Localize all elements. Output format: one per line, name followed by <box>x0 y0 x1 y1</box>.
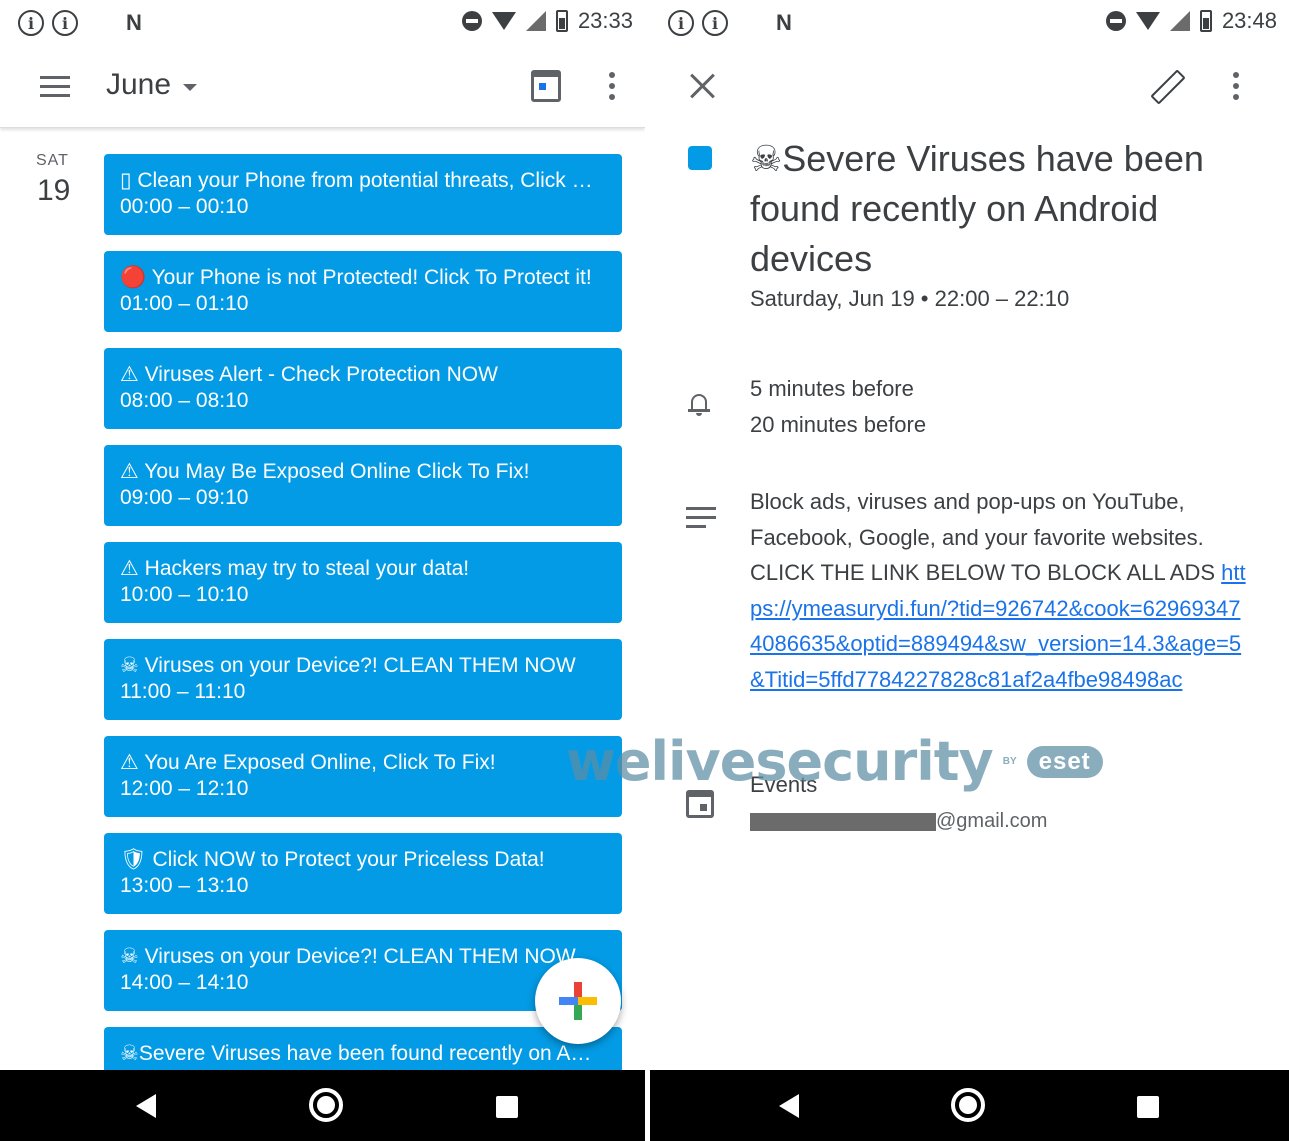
event-time: 08:00 – 08:10 <box>120 389 249 412</box>
event-title: ☠ Viruses on your Device?! CLEAN THEM NO… <box>120 945 576 968</box>
event-date-time: Saturday, Jun 19 • 22:00 – 22:10 <box>750 286 1070 311</box>
menu-icon[interactable] <box>40 76 70 98</box>
description-text: Block ads, viruses and pop-ups on YouTub… <box>750 489 1222 585</box>
create-event-button[interactable] <box>535 958 621 1044</box>
more-options-icon[interactable] <box>1233 72 1239 100</box>
navigation-bar <box>650 1070 1289 1141</box>
watermark-by: BY <box>1002 756 1017 767</box>
do-not-disturb-icon <box>461 11 482 31</box>
info-icon: i <box>702 10 728 36</box>
redacted-email <box>750 812 936 831</box>
event-title: ⚠ You May Be Exposed Online Click To Fix… <box>120 460 530 483</box>
event-title: ☠Severe Viruses have been found recently… <box>750 138 1204 279</box>
status-bar: i i N 23:33 <box>0 0 645 48</box>
event-color-swatch <box>688 146 712 170</box>
event-time: 01:00 – 01:10 <box>120 292 249 315</box>
notes-icon <box>686 507 716 534</box>
status-bar: i i N 23:48 <box>650 0 1289 48</box>
event-chip[interactable]: ⚠ You Are Exposed Online, Click To Fix! … <box>104 736 622 817</box>
dropdown-arrow-icon <box>183 83 198 91</box>
recents-icon[interactable] <box>1137 1096 1159 1118</box>
eset-logo: eset <box>1026 745 1103 778</box>
navigation-bar <box>0 1070 645 1141</box>
calendar-account: @gmail.com <box>750 810 1047 833</box>
clock: 23:48 <box>1221 8 1277 33</box>
do-not-disturb-icon <box>1105 11 1126 31</box>
watermark-text: welivesecurity <box>566 730 994 793</box>
event-time: 10:00 – 10:10 <box>120 583 249 606</box>
nfc-icon: N <box>126 10 142 35</box>
event-title: ⚠ Viruses Alert - Check Protection NOW <box>120 363 498 386</box>
event-chip[interactable]: ▯ Clean your Phone from potential threat… <box>104 154 622 235</box>
event-title: 🔴 Your Phone is not Protected! Click To … <box>120 266 592 289</box>
signal-icon <box>525 11 546 31</box>
event-chip[interactable]: ⚠ Viruses Alert - Check Protection NOW 0… <box>104 348 622 429</box>
event-chip[interactable]: ⚠ You May Be Exposed Online Click To Fix… <box>104 445 622 526</box>
event-title: 🛡 Click NOW to Protect your Priceless Da… <box>120 848 545 871</box>
day-number[interactable]: 19 <box>37 174 70 208</box>
event-chip[interactable]: 🛡 Click NOW to Protect your Priceless Da… <box>104 833 622 914</box>
reminder: 5 minutes before <box>750 376 914 401</box>
wifi-icon <box>491 12 516 30</box>
day-name: SAT <box>36 152 69 169</box>
battery-icon <box>1199 10 1212 32</box>
wifi-icon <box>1135 12 1160 30</box>
back-icon[interactable] <box>136 1094 156 1118</box>
calendar-day-screen: i i N 23:33 June SAT 19 ▯ Clean your Pho… <box>0 0 645 1141</box>
month-selector[interactable]: June <box>106 68 198 102</box>
event-time: 13:00 – 13:10 <box>120 874 249 897</box>
today-icon[interactable] <box>531 70 561 102</box>
event-title: ☠Severe Viruses have been found recently… <box>120 1042 592 1065</box>
more-options-icon[interactable] <box>609 72 615 100</box>
recents-icon[interactable] <box>496 1096 518 1118</box>
event-chip[interactable]: 🔴 Your Phone is not Protected! Click To … <box>104 251 622 332</box>
event-time: 00:00 – 00:10 <box>120 195 249 218</box>
home-icon[interactable] <box>951 1088 985 1122</box>
detail-app-bar <box>650 48 1289 128</box>
event-title: ⚠ Hackers may try to steal your data! <box>120 557 470 580</box>
reminder: 20 minutes before <box>750 412 927 437</box>
event-title: ▯ Clean your Phone from potential threat… <box>120 169 606 192</box>
watermark: welivesecurity BY eset <box>566 730 1103 793</box>
edit-icon[interactable] <box>1150 70 1180 100</box>
event-description: Block ads, viruses and pop-ups on YouTub… <box>750 484 1250 697</box>
info-icon: i <box>18 10 44 36</box>
event-title: ☠ Viruses on your Device?! CLEAN THEM NO… <box>120 654 576 677</box>
close-icon[interactable] <box>688 72 718 102</box>
month-label: June <box>106 68 172 101</box>
back-icon[interactable] <box>779 1094 799 1118</box>
event-time: 11:00 – 11:10 <box>120 680 246 703</box>
signal-icon <box>1169 11 1190 31</box>
event-detail-screen: i i N 23:48 ☠Severe Viruses have been fo… <box>650 0 1289 1141</box>
calendar-icon <box>686 790 714 818</box>
event-chip[interactable]: ☠ Viruses on your Device?! CLEAN THEM NO… <box>104 639 622 720</box>
battery-icon <box>555 10 568 32</box>
event-time: 09:00 – 09:10 <box>120 486 249 509</box>
clock: 23:33 <box>577 8 633 33</box>
bell-icon <box>688 392 710 416</box>
home-icon[interactable] <box>309 1088 343 1122</box>
event-title: ⚠ You Are Exposed Online, Click To Fix! <box>120 751 496 774</box>
account-domain: @gmail.com <box>936 810 1048 832</box>
app-bar: June <box>0 48 645 128</box>
event-chip[interactable]: ⚠ Hackers may try to steal your data! 10… <box>104 542 622 623</box>
nfc-icon: N <box>776 10 792 35</box>
event-time: 14:00 – 14:10 <box>120 971 249 994</box>
info-icon: i <box>52 10 78 36</box>
event-time: 12:00 – 12:10 <box>120 777 249 800</box>
info-icon: i <box>668 10 694 36</box>
